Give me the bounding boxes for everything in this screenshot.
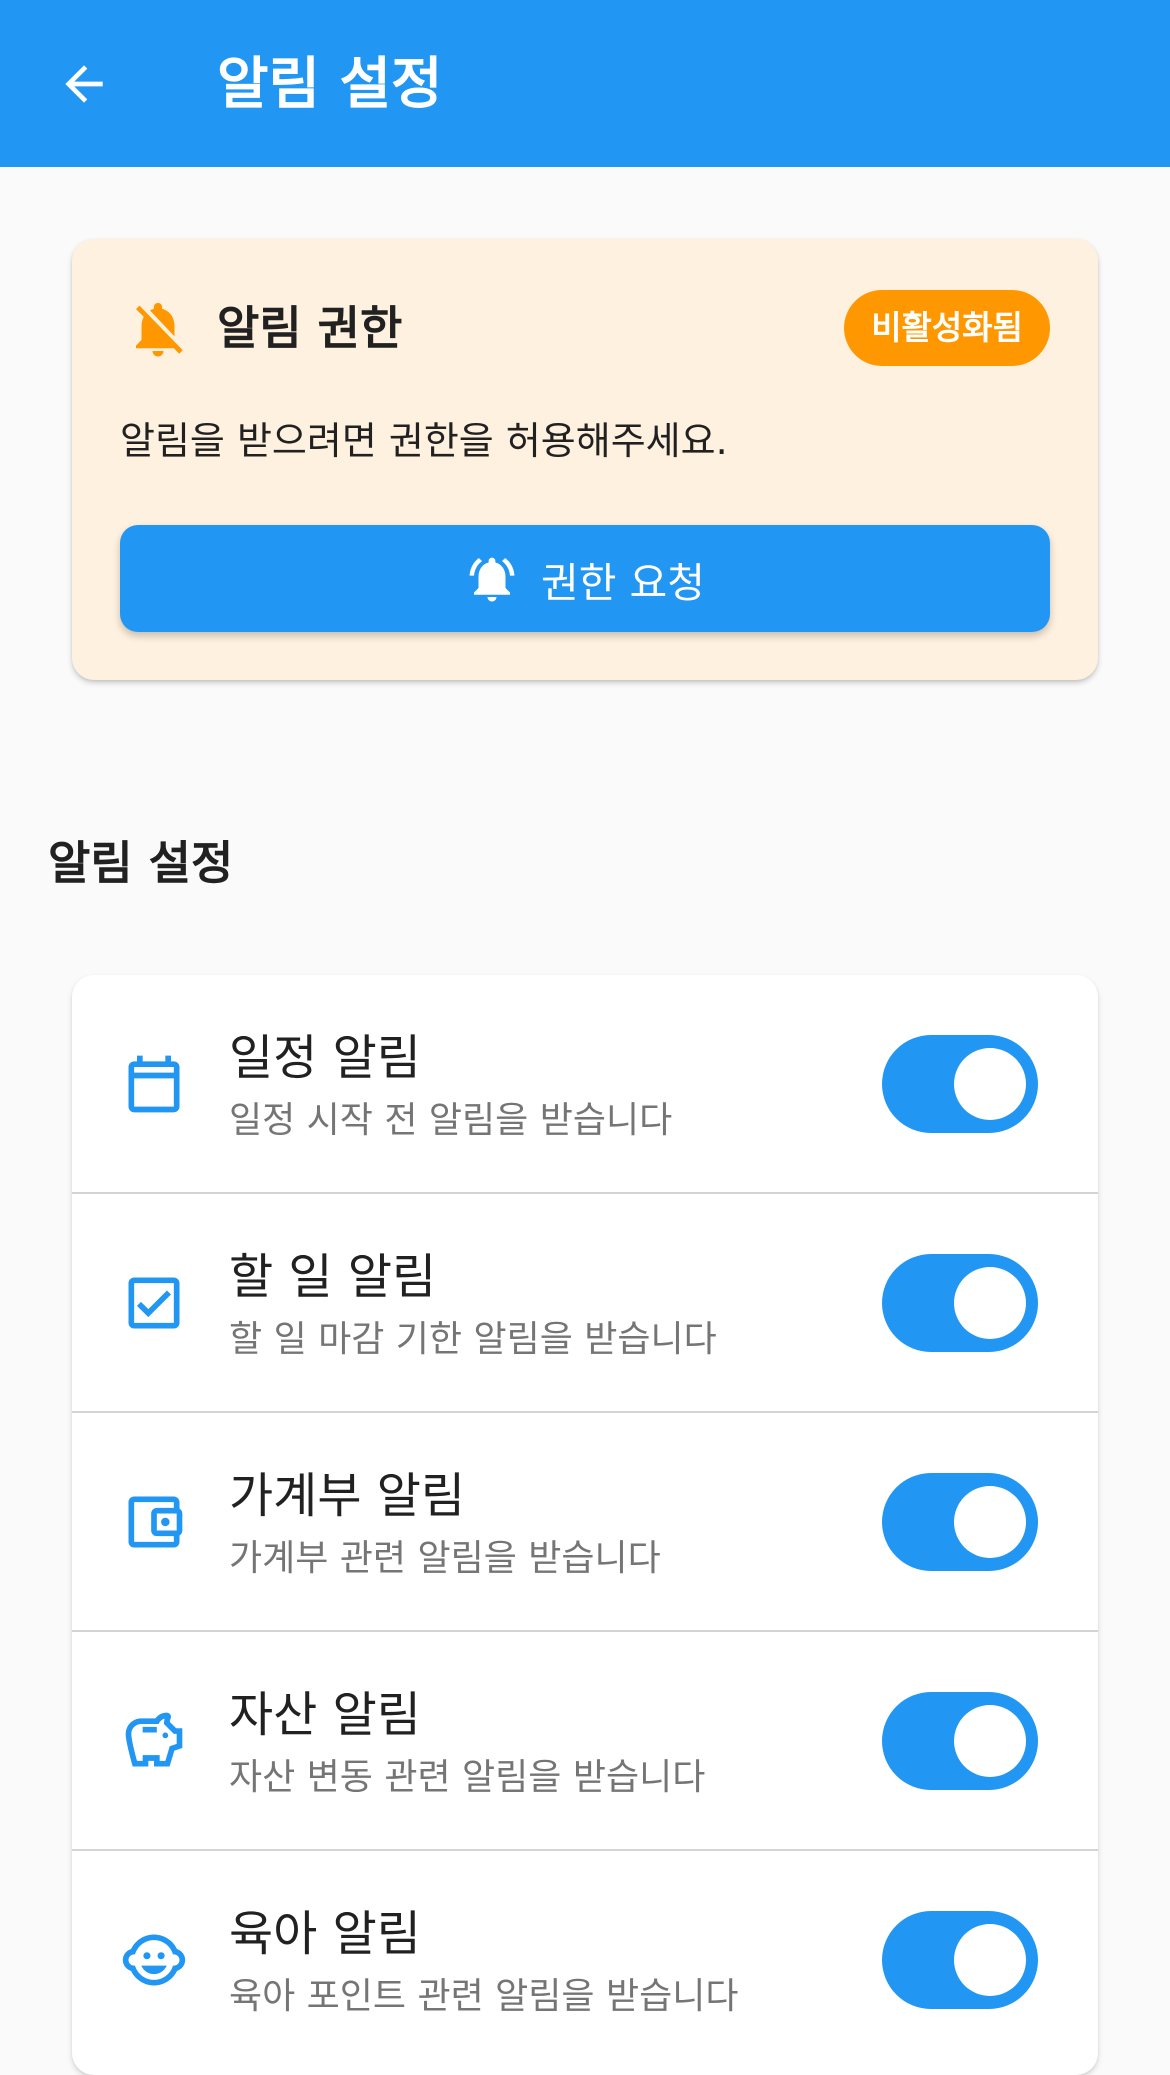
settings-card: 일정 알림 일정 시작 전 알림을 받습니다 할 일 알림 할 일 마감 기한 … xyxy=(72,975,1098,2075)
schedule-toggle[interactable] xyxy=(882,1035,1038,1133)
assets-toggle[interactable] xyxy=(882,1692,1038,1790)
page-title: 알림 설정 xyxy=(217,52,443,117)
arrow-back-icon xyxy=(65,65,103,103)
wallet-icon xyxy=(128,1496,183,1548)
permission-card: 알림 권한 비활성화됨 알림을 받으려면 권한을 허용해주세요. 권한 요청 xyxy=(72,239,1098,680)
toggle-knob xyxy=(954,1267,1026,1339)
request-permission-button[interactable]: 권한 요청 xyxy=(120,525,1050,632)
setting-row-todo[interactable]: 할 일 알림 할 일 마감 기한 알림을 받습니다 xyxy=(72,1194,1098,1413)
setting-subtitle: 일정 시작 전 알림을 받습니다 xyxy=(229,1100,673,1141)
back-button[interactable] xyxy=(48,48,120,120)
setting-row-childcare[interactable]: 육아 알림 육아 포인트 관련 알림을 받습니다 xyxy=(72,1851,1098,2070)
setting-subtitle: 육아 포인트 관련 알림을 받습니다 xyxy=(229,1976,739,2017)
toggle-knob xyxy=(954,1924,1026,1996)
setting-row-schedule[interactable]: 일정 알림 일정 시작 전 알림을 받습니다 xyxy=(72,975,1098,1194)
toggle-knob xyxy=(954,1705,1026,1777)
baby-face-icon xyxy=(122,1934,186,1986)
piggy-bank-icon xyxy=(125,1712,183,1767)
toggle-knob xyxy=(954,1048,1026,1120)
setting-title: 육아 알림 xyxy=(229,1906,421,1962)
notifications-off-icon xyxy=(136,302,183,357)
checkbox-icon xyxy=(128,1277,180,1329)
permission-description: 알림을 받으려면 권한을 허용해주세요. xyxy=(120,419,728,463)
setting-subtitle: 가계부 관련 알림을 받습니다 xyxy=(229,1538,661,1579)
permission-title: 알림 권한 xyxy=(217,301,403,355)
setting-row-assets[interactable]: 자산 알림 자산 변동 관련 알림을 받습니다 xyxy=(72,1632,1098,1851)
setting-title: 가계부 알림 xyxy=(229,1468,466,1524)
setting-subtitle: 자산 변동 관련 알림을 받습니다 xyxy=(229,1757,706,1798)
status-badge: 비활성화됨 xyxy=(844,290,1050,366)
app-bar: 알림 설정 xyxy=(0,0,1170,167)
notifications-active-icon xyxy=(469,557,515,601)
setting-row-ledger[interactable]: 가계부 알림 가계부 관련 알림을 받습니다 xyxy=(72,1413,1098,1632)
section-title: 알림 설정 xyxy=(48,836,234,890)
setting-title: 자산 알림 xyxy=(229,1687,421,1743)
toggle-knob xyxy=(954,1486,1026,1558)
setting-title: 일정 알림 xyxy=(229,1030,421,1086)
setting-title: 할 일 알림 xyxy=(229,1249,437,1305)
ledger-toggle[interactable] xyxy=(882,1473,1038,1571)
setting-subtitle: 할 일 마감 기한 알림을 받습니다 xyxy=(229,1319,717,1360)
calendar-icon xyxy=(128,1055,180,1113)
todo-toggle[interactable] xyxy=(882,1254,1038,1352)
childcare-toggle[interactable] xyxy=(882,1911,1038,2009)
request-permission-label: 권한 요청 xyxy=(541,558,705,607)
